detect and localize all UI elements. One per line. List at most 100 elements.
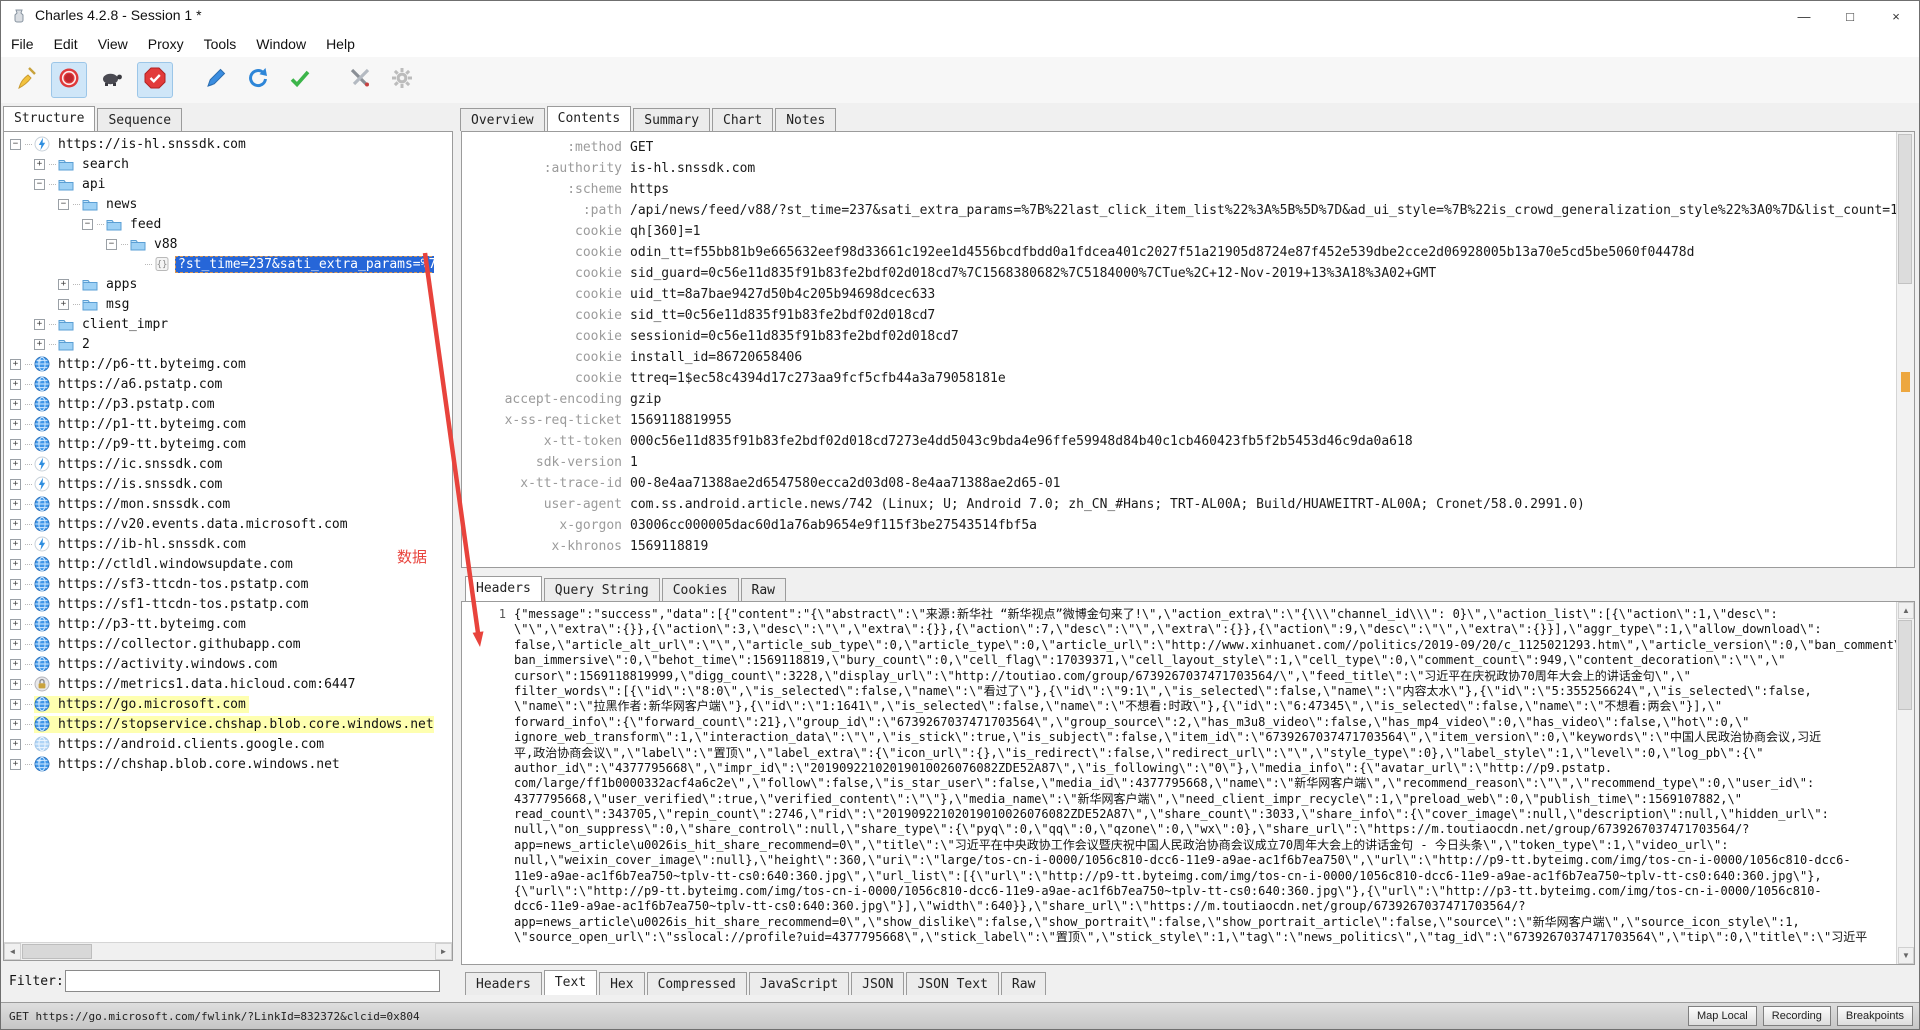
tree-node[interactable]: +https://activity.windows.com — [4, 654, 434, 674]
expand-icon[interactable]: + — [10, 699, 21, 710]
tree-node[interactable]: +http://ctldl.windowsupdate.com — [4, 554, 434, 574]
tree-node[interactable]: −v88 — [4, 234, 434, 254]
broom-button[interactable] — [9, 63, 43, 97]
tree-node[interactable]: +https://sf3-ttcdn-tos.pstatp.com — [4, 574, 434, 594]
expand-icon[interactable]: + — [10, 579, 21, 590]
tree-node[interactable]: +https://ib-hl.snssdk.com — [4, 534, 434, 554]
tree-node[interactable]: +apps — [4, 274, 434, 294]
expand-icon[interactable]: + — [10, 619, 21, 630]
tree-node[interactable]: +https://chshap.blob.core.windows.net — [4, 754, 434, 774]
tree-node[interactable]: +https://sf1-ttcdn-tos.pstatp.com — [4, 594, 434, 614]
response-tab-headers[interactable]: Headers — [465, 972, 542, 995]
maximize-button[interactable]: □ — [1827, 1, 1873, 31]
tab-summary[interactable]: Summary — [633, 108, 710, 131]
tree-node[interactable]: +http://p6-tt.byteimg.com — [4, 354, 434, 374]
tree-node[interactable]: +https://is.snssdk.com — [4, 474, 434, 494]
expand-icon[interactable]: + — [10, 599, 21, 610]
request-tab-headers[interactable]: Headers — [465, 576, 542, 601]
scroll-up-icon[interactable]: ▲ — [1898, 602, 1914, 619]
expand-icon[interactable]: + — [10, 759, 21, 770]
tree-node[interactable]: {}?st_time=237&sati_extra_params=%7B — [4, 254, 434, 274]
expand-icon[interactable]: + — [10, 399, 21, 410]
expand-icon[interactable]: + — [58, 279, 69, 290]
tree-node[interactable]: +http://p3-tt.byteimg.com — [4, 614, 434, 634]
collapse-icon[interactable]: − — [58, 199, 69, 210]
scrollbar-thumb[interactable] — [1898, 134, 1912, 284]
tree-node[interactable]: +https://v20.events.data.microsoft.com — [4, 514, 434, 534]
expand-icon[interactable]: + — [10, 679, 21, 690]
expand-icon[interactable]: + — [58, 299, 69, 310]
tree-node[interactable]: +msg — [4, 294, 434, 314]
tab-structure[interactable]: Structure — [3, 106, 95, 131]
tree-node[interactable]: +https://go.microsoft.com — [4, 694, 434, 714]
tree-node[interactable]: +http://p1-tt.byteimg.com — [4, 414, 434, 434]
request-tab-raw[interactable]: Raw — [741, 578, 786, 601]
tree-node[interactable]: +client_impr — [4, 314, 434, 334]
response-tab-json-text[interactable]: JSON Text — [906, 972, 998, 995]
tree-node[interactable]: +https://collector.githubapp.com — [4, 634, 434, 654]
tree-node[interactable]: +https://stopservice.chshap.blob.core.wi… — [4, 714, 434, 734]
tab-contents[interactable]: Contents — [547, 106, 632, 131]
menu-help[interactable]: Help — [316, 36, 365, 52]
tab-notes[interactable]: Notes — [775, 108, 836, 131]
response-tab-javascript[interactable]: JavaScript — [749, 972, 849, 995]
collapse-icon[interactable]: − — [82, 219, 93, 230]
response-tab-json[interactable]: JSON — [851, 972, 904, 995]
expand-icon[interactable]: + — [10, 739, 21, 750]
collapse-icon[interactable]: − — [10, 139, 21, 150]
tree-node[interactable]: −api — [4, 174, 434, 194]
expand-icon[interactable]: + — [34, 159, 45, 170]
expand-icon[interactable]: + — [10, 359, 21, 370]
tree-node[interactable]: +https://a6.pstatp.com — [4, 374, 434, 394]
menu-window[interactable]: Window — [246, 36, 316, 52]
tab-overview[interactable]: Overview — [460, 108, 545, 131]
tree-node[interactable]: +2 — [4, 334, 434, 354]
tools-button[interactable] — [343, 63, 377, 97]
gear-button[interactable] — [385, 63, 419, 97]
headers-vertical-scrollbar[interactable] — [1896, 132, 1914, 567]
scroll-right-icon[interactable]: ► — [435, 943, 452, 960]
tree-node[interactable]: +https://mon.snssdk.com — [4, 494, 434, 514]
body-vertical-scrollbar[interactable]: ▲ ▼ — [1896, 602, 1914, 964]
pen-button[interactable] — [199, 63, 233, 97]
minimize-button[interactable]: — — [1781, 1, 1827, 31]
expand-icon[interactable]: + — [10, 379, 21, 390]
tree-node[interactable]: +https://metrics1.data.hicloud.com:6447 — [4, 674, 434, 694]
check-button[interactable] — [283, 63, 317, 97]
scrollbar-thumb[interactable] — [1898, 620, 1912, 710]
map-local-button[interactable]: Map Local — [1688, 1006, 1757, 1026]
collapse-icon[interactable]: − — [34, 179, 45, 190]
expand-icon[interactable]: + — [34, 339, 45, 350]
expand-icon[interactable]: + — [10, 459, 21, 470]
expand-icon[interactable]: + — [10, 439, 21, 450]
tab-sequence[interactable]: Sequence — [97, 108, 182, 131]
tree-node[interactable]: +http://p9-tt.byteimg.com — [4, 434, 434, 454]
expand-icon[interactable]: + — [10, 419, 21, 430]
expand-icon[interactable]: + — [10, 519, 21, 530]
expand-icon[interactable]: + — [34, 319, 45, 330]
recording-button[interactable]: Recording — [1763, 1006, 1831, 1026]
stop-check-button[interactable] — [137, 62, 173, 98]
expand-icon[interactable]: + — [10, 479, 21, 490]
breakpoints-button[interactable]: Breakpoints — [1837, 1006, 1913, 1026]
tree-horizontal-scrollbar[interactable]: ◄ ► — [4, 942, 452, 960]
tree-node[interactable]: +https://ic.snssdk.com — [4, 454, 434, 474]
tab-chart[interactable]: Chart — [712, 108, 773, 131]
filter-input[interactable] — [65, 970, 440, 992]
response-tab-raw[interactable]: Raw — [1001, 972, 1046, 995]
tree-node[interactable]: +https://android.clients.google.com — [4, 734, 434, 754]
expand-icon[interactable]: + — [10, 659, 21, 670]
expand-icon[interactable]: + — [10, 559, 21, 570]
expand-icon[interactable]: + — [10, 639, 21, 650]
menu-file[interactable]: File — [1, 36, 44, 52]
tree-node[interactable]: +search — [4, 154, 434, 174]
response-tab-hex[interactable]: Hex — [599, 972, 644, 995]
request-tab-cookies[interactable]: Cookies — [662, 578, 739, 601]
tree-node[interactable]: −https://is-hl.snssdk.com — [4, 134, 434, 154]
response-tab-compressed[interactable]: Compressed — [647, 972, 747, 995]
expand-icon[interactable]: + — [10, 499, 21, 510]
collapse-icon[interactable]: − — [106, 239, 117, 250]
refresh-button[interactable] — [241, 63, 275, 97]
menu-tools[interactable]: Tools — [194, 36, 247, 52]
tree-node[interactable]: −feed — [4, 214, 434, 234]
